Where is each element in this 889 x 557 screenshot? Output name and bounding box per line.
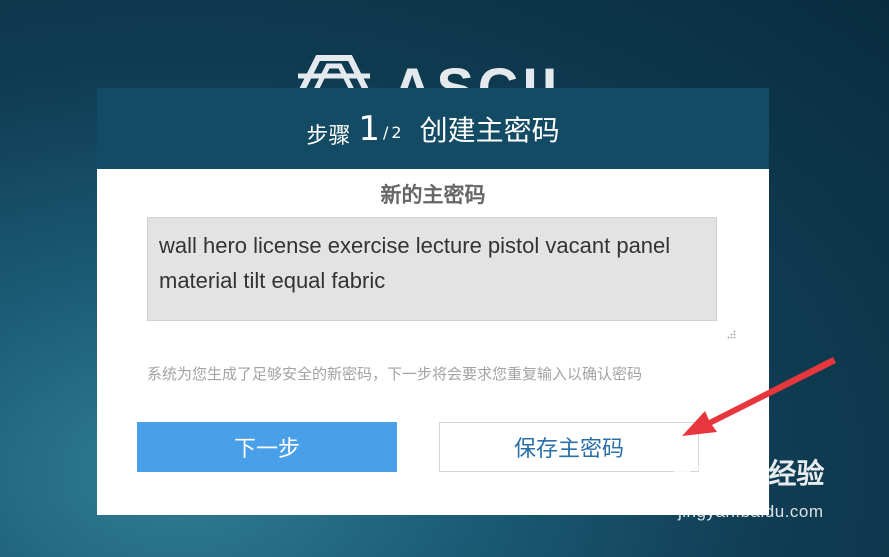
watermark-brand: Baidu <box>672 455 761 488</box>
baidu-watermark: Baidu 经验 jingyan.baidu.com <box>672 452 824 522</box>
watermark-logo-row: Baidu 经验 <box>672 452 824 492</box>
watermark-url: jingyan.baidu.com <box>678 502 824 521</box>
watermark-product: 经验 <box>768 457 825 490</box>
